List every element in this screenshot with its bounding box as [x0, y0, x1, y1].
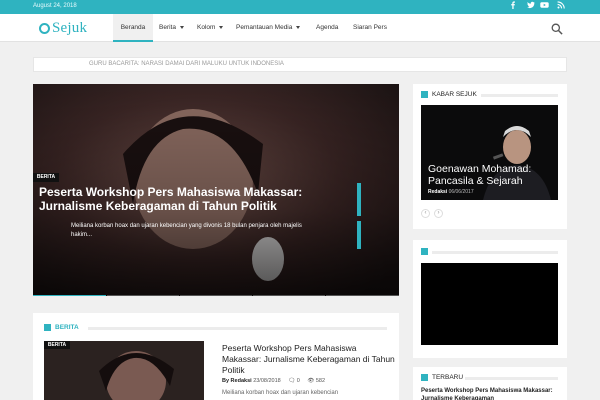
chevron-right-icon[interactable]: ›	[434, 209, 443, 218]
view-count: 582	[315, 378, 326, 384]
facebook-icon[interactable]	[505, 0, 521, 14]
berita-post-image[interactable]	[44, 341, 204, 400]
chevron-down-icon	[179, 25, 184, 29]
kabar-sejuk-meta: Redaksi 06/06/2017	[428, 189, 474, 195]
berita-author[interactable]: By Redaksi	[222, 378, 252, 384]
heading-divider	[465, 377, 558, 380]
terbaru-post-title[interactable]: Peserta Workshop Pers Mahasiswa Makassar…	[421, 387, 561, 400]
section-marker-icon	[421, 248, 428, 255]
hero-accent-bar	[357, 183, 361, 216]
nav-pemantauan-media[interactable]: Pemantauan Media	[236, 14, 301, 42]
rss-icon[interactable]	[553, 0, 569, 14]
top-bar: August 24, 2018	[0, 0, 600, 14]
nav-beranda[interactable]: Beranda	[113, 14, 153, 42]
kabar-sejuk-title: KABAR SEJUK	[432, 91, 477, 98]
site-header: Sejuk Beranda Berita Kolom Pemantauan Me…	[0, 14, 600, 42]
section-marker-icon	[421, 91, 428, 98]
comment-icon: 🗨	[288, 378, 296, 384]
terbaru-title: TERBARU	[432, 374, 464, 381]
slider-indicator[interactable]	[253, 295, 325, 296]
nav-siaran-pers[interactable]: Siaran Pers	[353, 14, 387, 42]
hero-category-badge[interactable]: BERITA	[33, 173, 59, 182]
heading-divider	[88, 327, 387, 330]
terbaru-heading: TERBARU	[421, 372, 561, 384]
berita-date: 23/08/2018	[253, 378, 281, 384]
berita-post-title[interactable]: Peserta Workshop Pers Mahasiswa Makassar…	[222, 343, 397, 376]
logo-text: Sejuk	[52, 19, 88, 36]
current-date: August 24, 2018	[33, 3, 77, 9]
berita-post-excerpt: Meiliana korban hoax dan ujaran kebencia…	[222, 390, 339, 396]
featured-slider[interactable]: BERITA Peserta Workshop Pers Mahasiswa M…	[33, 84, 399, 296]
logo-mark-icon	[39, 22, 50, 34]
heading-divider	[481, 94, 558, 97]
video-player[interactable]	[421, 263, 558, 345]
nav-siaran-pers-label: Siaran Pers	[353, 24, 387, 31]
slider-indicator[interactable]	[107, 295, 179, 296]
youtube-icon[interactable]	[536, 0, 552, 14]
nav-kolom-label: Kolom	[197, 24, 216, 31]
nav-beranda-label: Beranda	[120, 24, 146, 31]
chevron-down-icon	[219, 25, 224, 29]
nav-agenda[interactable]: Agenda	[316, 14, 338, 42]
comment-count[interactable]: 0	[297, 378, 300, 384]
slider-indicator[interactable]	[326, 295, 399, 296]
site-logo[interactable]: Sejuk	[39, 19, 87, 37]
hero-title[interactable]: Peserta Workshop Pers Mahasiswa Makassar…	[39, 185, 359, 213]
search-icon[interactable]	[551, 22, 563, 35]
kabar-sejuk-author[interactable]: Redaksi	[428, 189, 447, 195]
berita-section-title[interactable]: BERITA	[55, 324, 79, 331]
eye-icon: 👁	[307, 378, 315, 384]
section-marker-icon	[44, 324, 51, 331]
nav-pemantauan-media-label: Pemantauan Media	[236, 24, 293, 31]
nav-berita[interactable]: Berita	[159, 14, 184, 42]
video-widget-heading	[421, 246, 561, 258]
nav-berita-label: Berita	[159, 24, 176, 31]
kabar-sejuk-heading: KABAR SEJUK	[421, 89, 561, 101]
breaking-news-ticker: GURU BACARITA: NARASI DAMAI DARI MALUKU …	[33, 57, 567, 72]
hero-excerpt: Meiliana korban hoax dan ujaran kebencia…	[71, 223, 302, 238]
slider-indicator-active[interactable]	[33, 295, 106, 296]
ticker-headline[interactable]: GURU BACARITA: NARASI DAMAI DARI MALUKU …	[89, 61, 284, 67]
nav-kolom[interactable]: Kolom	[197, 14, 224, 42]
kabar-sejuk-date: 06/06/2017	[448, 189, 474, 195]
hero-accent-bar	[357, 221, 361, 249]
berita-post-meta: By Redaksi 23/08/2018 🗨 0 👁 582	[222, 378, 325, 384]
nav-agenda-label: Agenda	[316, 24, 339, 31]
section-marker-icon	[421, 374, 428, 381]
slider-indicator[interactable]	[180, 295, 252, 296]
heading-divider	[432, 251, 558, 254]
chevron-left-icon[interactable]: ‹	[421, 209, 430, 218]
kabar-sejuk-post-title[interactable]: Goenawan Mohamad: Pancasila & Sejarah	[428, 163, 556, 187]
chevron-down-icon	[296, 25, 301, 29]
berita-heading: BERITA	[44, 322, 389, 334]
berita-category-badge[interactable]: BERITA	[44, 341, 70, 349]
